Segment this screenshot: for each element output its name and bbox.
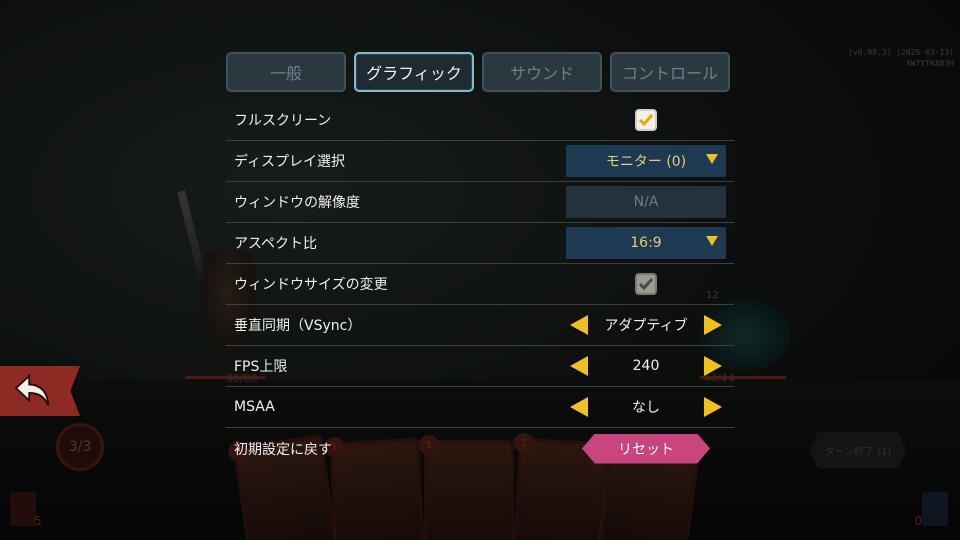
reset-button[interactable]: リセット — [582, 433, 710, 464]
tab-controls[interactable]: コントロール — [610, 52, 730, 92]
window-size-control — [566, 268, 726, 300]
setting-row-reset: 初期設定に戻す リセット — [226, 428, 734, 469]
aspect-dropdown[interactable]: 16:9 — [566, 227, 726, 259]
setting-row-msaa: MSAA なし — [226, 387, 734, 428]
window-size-checkbox[interactable] — [635, 273, 657, 295]
msaa-stepper: なし — [566, 391, 726, 423]
back-arrow-icon — [14, 374, 50, 406]
setting-row-display: ディスプレイ選択 モニター (0) — [226, 141, 734, 182]
setting-row-aspect: アスペクト比 16:9 — [226, 223, 734, 264]
settings-tabs: 一般 グラフィック サウンド コントロール — [226, 52, 736, 94]
tab-sound[interactable]: サウンド — [482, 52, 602, 92]
arrow-left-icon[interactable] — [570, 397, 588, 417]
arrow-left-icon[interactable] — [570, 356, 588, 376]
setting-row-fullscreen: フルスクリーン — [226, 100, 734, 141]
tab-general[interactable]: 一般 — [226, 52, 346, 92]
fps-stepper: 240 — [566, 350, 726, 382]
fps-value: 240 — [632, 358, 660, 374]
aspect-label: アスペクト比 — [234, 236, 318, 252]
settings-list: フルスクリーン ディスプレイ選択 モニター (0) ウィンドウの解像度 N/A … — [226, 100, 734, 469]
caret-down-icon — [706, 154, 718, 164]
vsync-label: 垂直同期（VSync） — [234, 318, 362, 334]
fps-label: FPS上限 — [234, 359, 288, 375]
fullscreen-checkbox[interactable] — [635, 109, 657, 131]
arrow-right-icon[interactable] — [704, 397, 722, 417]
fullscreen-control — [566, 104, 726, 136]
checkmark-icon — [638, 114, 654, 127]
msaa-value: なし — [632, 400, 660, 416]
display-dropdown[interactable]: モニター (0) — [566, 145, 726, 177]
resolution-label: ウィンドウの解像度 — [234, 195, 360, 211]
setting-row-resolution: ウィンドウの解像度 N/A — [226, 182, 734, 223]
checkmark-icon — [638, 278, 654, 291]
settings-panel: 一般 グラフィック サウンド コントロール フルスクリーン ディスプレイ選択 モ… — [226, 52, 736, 469]
setting-row-window-size: ウィンドウサイズの変更 — [226, 264, 734, 305]
aspect-value: 16:9 — [630, 235, 662, 251]
fullscreen-label: フルスクリーン — [234, 113, 332, 129]
back-button[interactable] — [0, 366, 80, 416]
caret-down-icon — [706, 236, 718, 246]
window-size-label: ウィンドウサイズの変更 — [234, 277, 388, 293]
reset-label: 初期設定に戻す — [234, 441, 332, 458]
arrow-right-icon[interactable] — [703, 315, 722, 335]
setting-row-vsync: 垂直同期（VSync） アダプティブ — [226, 305, 734, 346]
vsync-value: アダプティブ — [604, 318, 688, 334]
display-value: モニター (0) — [605, 154, 687, 170]
arrow-right-icon[interactable] — [703, 356, 722, 376]
display-label: ディスプレイ選択 — [234, 154, 346, 170]
tab-graphics[interactable]: グラフィック — [354, 52, 474, 92]
arrow-left-icon[interactable] — [570, 315, 588, 335]
resolution-field: N/A — [566, 186, 726, 218]
setting-row-fps: FPS上限 240 — [226, 346, 734, 387]
vsync-stepper: アダプティブ — [566, 309, 726, 341]
msaa-label: MSAA — [234, 399, 275, 415]
